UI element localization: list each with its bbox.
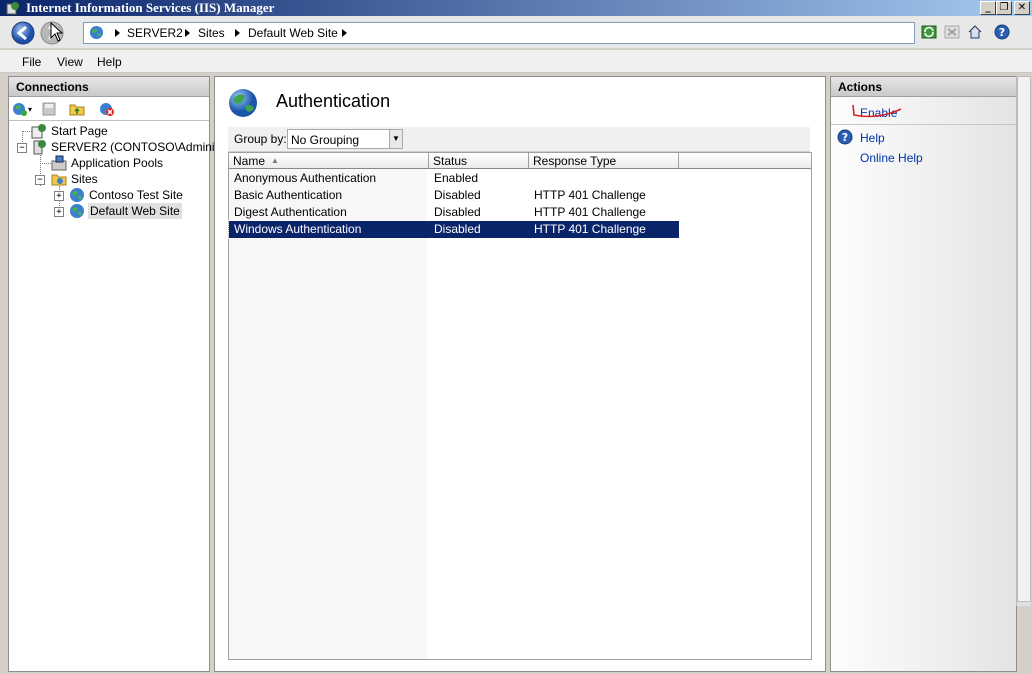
menu-bar: File View Help [0,50,1032,73]
table-row[interactable]: Digest Authentication Disabled HTTP 401 … [229,204,679,221]
svg-text:?: ? [842,131,848,144]
column-header-response-type[interactable]: Response Type [529,153,679,169]
name-column-shade [229,169,427,659]
collapse-icon[interactable]: − [35,175,45,185]
window-title: Internet Information Services (IIS) Mana… [26,0,275,15]
disconnect-icon[interactable] [99,101,115,117]
connections-header: Connections [9,77,209,97]
scrollbar-thumb[interactable] [1017,76,1031,602]
menu-view[interactable]: View [57,55,83,69]
group-by-select[interactable]: No Grouping ▼ [287,129,403,149]
stop-icon[interactable] [944,24,960,40]
window-title-bar: Internet Information Services (IIS) Mana… [0,0,1032,16]
home-icon[interactable] [967,24,983,40]
column-header-filler [679,153,811,169]
breadcrumb-arrow-icon[interactable] [342,29,347,37]
tree-item-sites[interactable]: Sites [71,172,98,186]
row-status: Disabled [434,188,481,202]
start-page-icon [31,124,46,139]
table-row[interactable]: Basic Authentication Disabled HTTP 401 C… [229,187,679,204]
actions-header: Actions [831,77,1016,97]
row-name: Anonymous Authentication [234,171,377,185]
breadcrumb-default-web-site[interactable]: Default Web Site [248,26,338,40]
column-header-name[interactable]: Name ▲ [229,153,429,169]
authentication-list: Name ▲ Status Response Type Anonymous Au… [228,152,812,660]
connect-icon[interactable] [12,101,28,117]
refresh-icon[interactable] [921,24,937,40]
red-annotation-mark [852,104,902,118]
row-name: Basic Authentication [234,188,343,202]
online-help-action-link[interactable]: Online Help [860,151,923,165]
sites-folder-icon [51,174,67,186]
back-button[interactable] [11,21,35,45]
actions-divider [831,124,1016,125]
menu-file[interactable]: File [22,55,41,69]
connect-dropdown-icon[interactable]: ▾ [28,105,32,114]
row-response-type: HTTP 401 Challenge [534,188,646,202]
breadcrumb-arrow-icon [235,29,240,37]
row-response-type: HTTP 401 Challenge [534,205,646,219]
toolbar-divider [9,120,209,121]
expand-icon[interactable]: + [54,191,64,201]
row-response-type: HTTP 401 Challenge [534,222,646,236]
tree-item-contoso-test-site[interactable]: Contoso Test Site [89,188,183,202]
help-icon[interactable]: ? [994,24,1010,40]
website-globe-icon [70,204,84,218]
dropdown-arrow-icon[interactable]: ▼ [389,130,402,148]
connections-pane: Connections ▾ Start Page − SERVER2 (CONT… [8,76,235,672]
row-name: Windows Authentication [234,222,362,236]
sort-ascending-icon: ▲ [271,156,279,165]
table-row[interactable]: Anonymous Authentication Enabled [229,170,679,187]
row-status: Enabled [434,171,479,185]
menu-help[interactable]: Help [97,55,122,69]
website-globe-icon [70,188,84,202]
breadcrumb-sites[interactable]: Sites [198,26,225,40]
row-status: Disabled [434,205,481,219]
row-status: Disabled [434,222,481,236]
tree-item-server[interactable]: SERVER2 (CONTOSO\Administra [51,140,235,154]
expand-icon[interactable]: + [54,207,64,217]
actions-pane: Actions Enable ? Help Online Help [830,76,1017,672]
collapse-icon[interactable]: − [17,143,27,153]
mouse-cursor-icon [50,22,64,42]
help-action-link[interactable]: Help [860,131,885,145]
restore-button[interactable]: ❐ [996,1,1012,15]
breadcrumb-arrow-icon [185,29,190,37]
up-folder-icon[interactable] [69,101,85,117]
globe-icon [89,25,104,40]
server-icon [33,140,46,155]
save-icon[interactable] [41,101,57,117]
authentication-globe-icon [229,89,257,117]
close-button[interactable]: ✕ [1014,1,1030,15]
minimize-button[interactable]: _ [980,1,996,15]
column-header-name-label: Name [233,154,266,168]
breadcrumb-server2[interactable]: SERVER2 [127,26,183,40]
help-icon: ? [837,129,853,145]
group-by-bar: Group by: No Grouping ▼ [228,127,810,152]
tree-item-application-pools[interactable]: Application Pools [71,156,163,170]
svg-text:?: ? [999,26,1005,39]
row-name: Digest Authentication [234,205,347,219]
group-by-value: No Grouping [291,133,360,147]
column-header-status[interactable]: Status [429,153,529,169]
address-bar[interactable]: SERVER2 Sites Default Web Site [83,22,915,44]
iis-app-icon [6,2,19,15]
tree-item-default-web-site[interactable]: Default Web Site [88,203,182,219]
table-row-selected[interactable]: Windows Authentication Disabled HTTP 401… [228,220,680,239]
page-title: Authentication [276,91,391,111]
vertical-scrollbar[interactable] [1016,76,1031,606]
tree-item-start-page[interactable]: Start Page [51,124,108,138]
application-pools-icon [51,155,67,171]
breadcrumb-arrow-icon [115,29,120,37]
group-by-label: Group by: [234,132,287,146]
